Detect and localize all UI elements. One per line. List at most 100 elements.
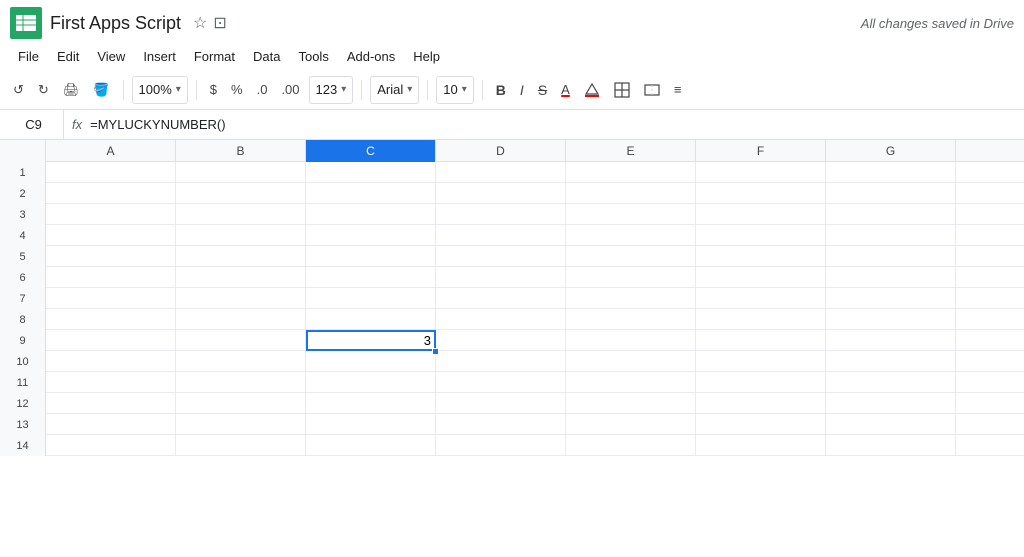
row-header-7[interactable]: 7 bbox=[0, 288, 46, 309]
cell-D8[interactable] bbox=[436, 309, 566, 330]
cell-G5[interactable] bbox=[826, 246, 956, 267]
cell-E13[interactable] bbox=[566, 414, 696, 435]
cell-B8[interactable] bbox=[176, 309, 306, 330]
fill-color-button[interactable] bbox=[579, 76, 605, 104]
borders-button[interactable] bbox=[609, 76, 635, 104]
paint-format-button[interactable]: 🪣 bbox=[88, 76, 114, 104]
col-header-B[interactable]: B bbox=[176, 140, 306, 162]
cell-C10[interactable] bbox=[306, 351, 436, 372]
cell-G6[interactable] bbox=[826, 267, 956, 288]
cell-E9[interactable] bbox=[566, 330, 696, 351]
cell-B7[interactable] bbox=[176, 288, 306, 309]
document-title[interactable]: First Apps Script bbox=[50, 13, 181, 34]
cell-D3[interactable] bbox=[436, 204, 566, 225]
cell-F5[interactable] bbox=[696, 246, 826, 267]
redo-button[interactable]: ↻ bbox=[33, 76, 54, 104]
cell-A14[interactable] bbox=[46, 435, 176, 456]
menu-insert[interactable]: Insert bbox=[135, 46, 184, 67]
merge-cells-button[interactable] bbox=[639, 76, 665, 104]
cell-E8[interactable] bbox=[566, 309, 696, 330]
menu-file[interactable]: File bbox=[10, 46, 47, 67]
formula-content[interactable]: =MYLUCKYNUMBER() bbox=[90, 117, 225, 132]
decimal-down-button[interactable]: .0 bbox=[252, 76, 273, 104]
cell-A3[interactable] bbox=[46, 204, 176, 225]
bold-button[interactable]: B bbox=[491, 76, 511, 104]
star-icon[interactable]: ☆ bbox=[193, 13, 207, 33]
cell-name-box[interactable]: C9 bbox=[4, 110, 64, 139]
cell-F14[interactable] bbox=[696, 435, 826, 456]
cell-D7[interactable] bbox=[436, 288, 566, 309]
row-header-14[interactable]: 14 bbox=[0, 435, 46, 456]
cell-C14[interactable] bbox=[306, 435, 436, 456]
cell-F13[interactable] bbox=[696, 414, 826, 435]
cell-E3[interactable] bbox=[566, 204, 696, 225]
cell-E2[interactable] bbox=[566, 183, 696, 204]
cell-B13[interactable] bbox=[176, 414, 306, 435]
cell-F1[interactable] bbox=[696, 162, 826, 183]
cell-E5[interactable] bbox=[566, 246, 696, 267]
font-select[interactable]: Arial ▾ bbox=[370, 76, 419, 104]
cell-G7[interactable] bbox=[826, 288, 956, 309]
cell-F10[interactable] bbox=[696, 351, 826, 372]
cell-G12[interactable] bbox=[826, 393, 956, 414]
undo-button[interactable]: ↺ bbox=[8, 76, 29, 104]
menu-help[interactable]: Help bbox=[405, 46, 448, 67]
cell-C11[interactable] bbox=[306, 372, 436, 393]
cell-C13[interactable] bbox=[306, 414, 436, 435]
cell-D11[interactable] bbox=[436, 372, 566, 393]
cell-A9[interactable] bbox=[46, 330, 176, 351]
cell-G11[interactable] bbox=[826, 372, 956, 393]
row-header-6[interactable]: 6 bbox=[0, 267, 46, 288]
cell-B1[interactable] bbox=[176, 162, 306, 183]
percent-button[interactable]: % bbox=[226, 76, 248, 104]
cell-G8[interactable] bbox=[826, 309, 956, 330]
col-header-G[interactable]: G bbox=[826, 140, 956, 162]
folder-icon[interactable]: ⊡ bbox=[213, 13, 226, 33]
cell-G4[interactable] bbox=[826, 225, 956, 246]
print-button[interactable]: 🖨 bbox=[58, 76, 85, 104]
row-header-12[interactable]: 12 bbox=[0, 393, 46, 414]
cell-G2[interactable] bbox=[826, 183, 956, 204]
cell-F6[interactable] bbox=[696, 267, 826, 288]
cell-D5[interactable] bbox=[436, 246, 566, 267]
cell-B5[interactable] bbox=[176, 246, 306, 267]
italic-button[interactable]: I bbox=[515, 76, 529, 104]
menu-addons[interactable]: Add-ons bbox=[339, 46, 403, 67]
cell-C5[interactable] bbox=[306, 246, 436, 267]
cell-D9[interactable] bbox=[436, 330, 566, 351]
cell-B14[interactable] bbox=[176, 435, 306, 456]
col-header-E[interactable]: E bbox=[566, 140, 696, 162]
col-header-A[interactable]: A bbox=[46, 140, 176, 162]
row-header-8[interactable]: 8 bbox=[0, 309, 46, 330]
cell-B9[interactable] bbox=[176, 330, 306, 351]
cell-B11[interactable] bbox=[176, 372, 306, 393]
row-header-13[interactable]: 13 bbox=[0, 414, 46, 435]
cell-E4[interactable] bbox=[566, 225, 696, 246]
cell-E1[interactable] bbox=[566, 162, 696, 183]
cell-B3[interactable] bbox=[176, 204, 306, 225]
cell-C4[interactable] bbox=[306, 225, 436, 246]
cell-A8[interactable] bbox=[46, 309, 176, 330]
cell-G9[interactable] bbox=[826, 330, 956, 351]
cell-F4[interactable] bbox=[696, 225, 826, 246]
menu-tools[interactable]: Tools bbox=[290, 46, 336, 67]
row-header-10[interactable]: 10 bbox=[0, 351, 46, 372]
row-header-4[interactable]: 4 bbox=[0, 225, 46, 246]
row-header-9[interactable]: 9 bbox=[0, 330, 46, 351]
strikethrough-button[interactable]: S bbox=[533, 76, 552, 104]
col-header-D[interactable]: D bbox=[436, 140, 566, 162]
menu-view[interactable]: View bbox=[89, 46, 133, 67]
row-header-1[interactable]: 1 bbox=[0, 162, 46, 183]
cell-B2[interactable] bbox=[176, 183, 306, 204]
cell-F7[interactable] bbox=[696, 288, 826, 309]
cell-G1[interactable] bbox=[826, 162, 956, 183]
cell-B4[interactable] bbox=[176, 225, 306, 246]
cell-F9[interactable] bbox=[696, 330, 826, 351]
row-header-5[interactable]: 5 bbox=[0, 246, 46, 267]
cell-E10[interactable] bbox=[566, 351, 696, 372]
currency-button[interactable]: $ bbox=[205, 76, 222, 104]
cell-E6[interactable] bbox=[566, 267, 696, 288]
row-header-2[interactable]: 2 bbox=[0, 183, 46, 204]
cell-C9[interactable]: 3 bbox=[306, 330, 436, 351]
cell-F11[interactable] bbox=[696, 372, 826, 393]
